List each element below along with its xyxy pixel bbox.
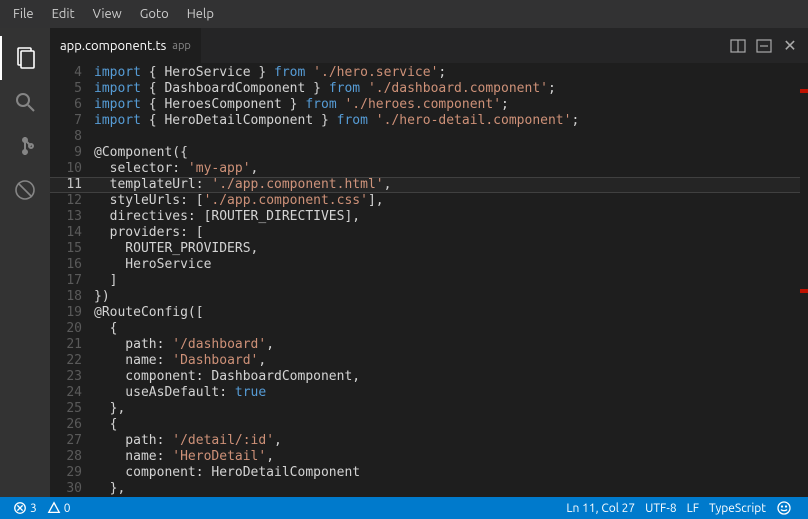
line-number: 19 [50,305,82,321]
code-line[interactable]: path: '/detail/:id', [94,433,800,449]
code-line[interactable]: import { HeroService } from './hero.serv… [94,65,800,81]
line-number: 18 [50,289,82,305]
line-number: 23 [50,369,82,385]
menu-file[interactable]: File [4,3,43,25]
code-line[interactable]: import { HeroDetailComponent } from './h… [94,113,800,129]
line-number: 8 [50,129,82,145]
code-line[interactable]: templateUrl: './app.component.html', [94,177,800,193]
line-number: 14 [50,225,82,241]
code-line[interactable]: HeroService [94,257,800,273]
code-line[interactable]: }, [94,481,800,497]
code-line[interactable]: component: DashboardComponent, [94,369,800,385]
code-line[interactable]: ] [94,273,800,289]
tab-actions: ✕ [720,38,808,54]
feedback-icon[interactable] [771,497,800,519]
line-number: 29 [50,465,82,481]
code-line[interactable]: @Component({ [94,145,800,161]
close-icon[interactable]: ✕ [782,38,798,54]
line-number: 24 [50,385,82,401]
menu-help[interactable]: Help [178,3,223,25]
code-line[interactable]: { [94,417,800,433]
menu-bar: File Edit View Goto Help [0,0,808,28]
code-line[interactable]: useAsDefault: true [94,385,800,401]
code-line[interactable]: { [94,321,800,337]
explorer-icon[interactable] [0,36,50,80]
line-number: 13 [50,209,82,225]
git-icon[interactable] [0,124,50,168]
code-line[interactable]: import { DashboardComponent } from './da… [94,81,800,97]
status-bar: 3 0 Ln 11, Col 27 UTF-8 LF TypeScript [0,497,808,519]
tab-filename: app.component.ts [60,39,166,53]
menu-edit[interactable]: Edit [43,3,84,25]
code-line[interactable]: }, [94,401,800,417]
code-line[interactable]: ROUTER_PROVIDERS, [94,241,800,257]
code-line[interactable]: }) [94,289,800,305]
status-encoding[interactable]: UTF-8 [640,497,681,519]
line-number: 5 [50,81,82,97]
status-errors[interactable]: 3 [8,497,42,519]
line-number: 17 [50,273,82,289]
editor[interactable]: 4567891011121314151617181920212223242526… [50,63,808,497]
line-number: 25 [50,401,82,417]
line-number: 20 [50,321,82,337]
line-number: 12 [50,193,82,209]
line-number: 30 [50,481,82,497]
line-number: 27 [50,433,82,449]
activity-bar [0,28,50,497]
code-line[interactable]: name: 'HeroDetail', [94,449,800,465]
line-number: 4 [50,65,82,81]
status-eol[interactable]: LF [682,497,704,519]
line-number: 10 [50,161,82,177]
status-errors-count: 3 [30,502,37,515]
line-number: 16 [50,257,82,273]
code-line[interactable]: path: '/dashboard', [94,337,800,353]
more-actions-icon[interactable] [756,38,772,54]
line-number-gutter: 4567891011121314151617181920212223242526… [50,63,94,497]
status-warnings[interactable]: 0 [42,497,76,519]
code-line[interactable]: styleUrls: ['./app.component.css'], [94,193,800,209]
code-content[interactable]: import { HeroService } from './hero.serv… [94,63,800,497]
code-line[interactable]: import { HeroesComponent } from './heroe… [94,97,800,113]
code-line[interactable] [94,129,800,145]
line-number: 15 [50,241,82,257]
code-line[interactable]: component: HeroDetailComponent [94,465,800,481]
editor-tab[interactable]: app.component.ts app [50,28,202,63]
line-number: 9 [50,145,82,161]
code-line[interactable]: selector: 'my-app', [94,161,800,177]
overview-ruler[interactable] [800,63,808,497]
status-cursor-position[interactable]: Ln 11, Col 27 [561,497,640,519]
line-number: 6 [50,97,82,113]
menu-goto[interactable]: Goto [131,3,178,25]
line-number: 7 [50,113,82,129]
tab-description: app [172,40,191,52]
tab-bar: app.component.ts app ✕ [50,28,808,63]
split-editor-icon[interactable] [730,38,746,54]
status-warnings-count: 0 [64,502,71,515]
line-number: 22 [50,353,82,369]
code-line[interactable]: directives: [ROUTER_DIRECTIVES], [94,209,800,225]
code-line[interactable]: providers: [ [94,225,800,241]
search-icon[interactable] [0,80,50,124]
line-number: 21 [50,337,82,353]
line-number: 26 [50,417,82,433]
code-line[interactable]: name: 'Dashboard', [94,353,800,369]
status-language[interactable]: TypeScript [704,497,771,519]
line-number: 28 [50,449,82,465]
code-line[interactable]: @RouteConfig([ [94,305,800,321]
menu-view[interactable]: View [84,3,131,25]
debug-icon[interactable] [0,168,50,212]
